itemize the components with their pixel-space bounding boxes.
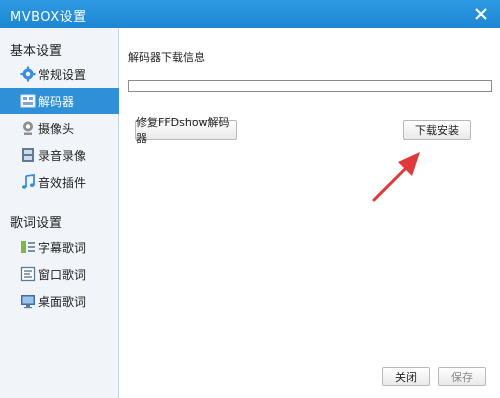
sidebar-item-window-lyrics[interactable]: 窗口歌词 — [0, 261, 119, 287]
window-lyrics-icon — [20, 266, 36, 282]
gear-icon — [20, 66, 36, 82]
webcam-icon — [23, 121, 33, 135]
decoder-panel: 解码器下载信息 修复FFDshow解码器 下载安装 关闭 保存 — [120, 28, 500, 398]
sidebar-item-label: 字幕歌词 — [38, 241, 87, 255]
annotation-arrow-icon — [372, 152, 420, 202]
section-title-basic: 基本设置 — [10, 44, 63, 59]
repair-ffdshow-button[interactable]: 修复FFDshow解码器 — [135, 116, 237, 145]
close-button[interactable]: 关闭 — [382, 367, 430, 386]
close-icon[interactable] — [470, 3, 492, 25]
sidebar-item-decoder[interactable]: 解码器 — [0, 88, 119, 114]
section-title-lyrics: 歌词设置 — [10, 216, 63, 231]
settings-sidebar: 基本设置 常规设置 解码器 摄像头 录音录像 音效插件 歌词设置 字幕歌词 窗口… — [0, 28, 119, 398]
sidebar-item-label: 摄像头 — [38, 122, 75, 136]
sidebar-item-desktop-lyrics[interactable]: 桌面歌词 — [0, 288, 119, 314]
sidebar-item-label: 常规设置 — [38, 68, 87, 82]
sidebar-item-label: 桌面歌词 — [38, 295, 87, 309]
sidebar-item-general[interactable]: 常规设置 — [0, 61, 119, 87]
window-title: MVBOX设置 — [10, 10, 87, 25]
sidebar-item-label: 音效插件 — [38, 176, 87, 190]
subtitle-lyrics-icon — [21, 241, 35, 253]
title-bar: MVBOX设置 — [0, 0, 500, 28]
sidebar-item-label: 窗口歌词 — [38, 268, 87, 282]
sidebar-item-subtitle-lyrics[interactable]: 字幕歌词 — [0, 234, 119, 260]
sidebar-item-audio-plugins[interactable]: 音效插件 — [0, 169, 119, 195]
music-note-icon — [21, 174, 35, 189]
decoder-download-info-label: 解码器下载信息 — [128, 51, 205, 64]
film-icon — [22, 148, 34, 162]
decoder-icon — [20, 94, 36, 108]
sidebar-item-recording[interactable]: 录音录像 — [0, 142, 119, 168]
sidebar-item-label: 解码器 — [38, 95, 75, 109]
sidebar-item-webcam[interactable]: 摄像头 — [0, 115, 119, 141]
sidebar-item-label: 录音录像 — [38, 149, 87, 163]
save-button[interactable]: 保存 — [438, 367, 486, 386]
desktop-lyrics-icon — [21, 295, 35, 309]
download-install-button[interactable]: 下载安装 — [403, 120, 471, 140]
download-progress-bar — [128, 80, 492, 92]
